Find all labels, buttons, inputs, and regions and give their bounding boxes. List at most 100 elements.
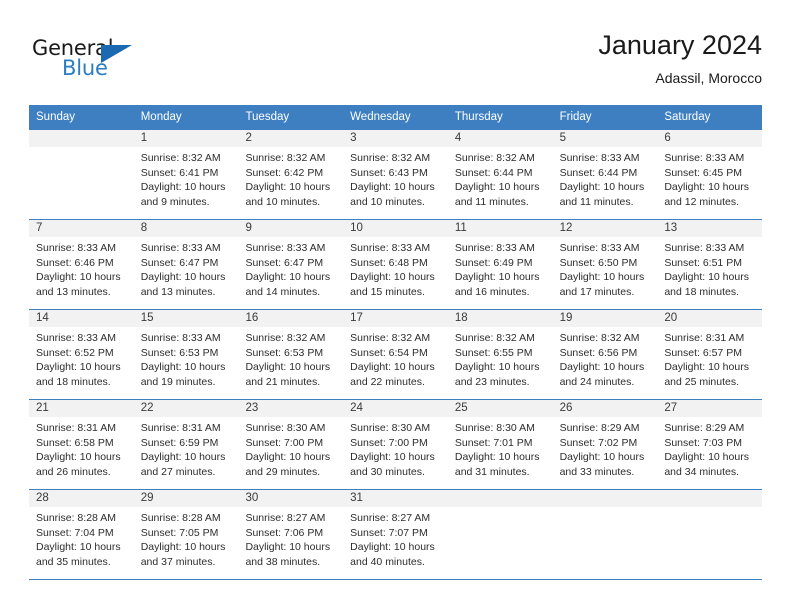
sunrise-text: Sunrise: 8:32 AM [245, 332, 326, 344]
sunset-text: Sunset: 6:53 PM [245, 346, 324, 359]
sunrise-text: Sunrise: 8:27 AM [245, 512, 326, 524]
sunset-text: Sunset: 6:50 PM [559, 256, 638, 269]
daylight-text-line2: and 21 minutes. [245, 375, 321, 388]
daylight-text-line1: Daylight: 10 hours [559, 271, 645, 284]
calendar-grid: Sunday Monday Tuesday Wednesday Thursday Frid… [29, 105, 763, 580]
calendar-day-cell[interactable]: 17 Sunrise: 8:32 AM Sunset: 6:54 PM Dayligh… [343, 310, 448, 399]
calendar-day-cell[interactable]: 3 Sunrise: 8:32 AM Sunset: 6:43 PM Daylight… [343, 130, 448, 219]
sunrise-text: Sunrise: 8:29 AM [559, 422, 640, 434]
sunrise-text: Sunrise: 8:32 AM [454, 152, 535, 164]
calendar-day-cell[interactable]: 10 Sunrise: 8:33 AM Sunset: 6:48 PM Dayligh… [343, 220, 448, 309]
calendar-day-cell[interactable]: 5 Sunrise: 8:33 AM Sunset: 6:44 PM Daylight… [552, 130, 658, 219]
calendar-day-cell[interactable]: 26 Sunrise: 8:29 AM Sunset: 7:02 PM Dayligh… [552, 400, 658, 489]
daylight-text-line2: and 17 minutes. [559, 285, 635, 298]
day-number: 22 [133, 400, 239, 417]
calendar-day-cell[interactable]: 15 Sunrise: 8:33 AM Sunset: 6:53 PM Dayligh… [133, 310, 239, 399]
day-details: Sunrise: 8:33 AM Sunset: 6:44 PM Daylight:… [553, 147, 658, 209]
calendar-day-cell[interactable]: 14 Sunrise: 8:33 AM Sunset: 6:52 PM Dayligh… [29, 310, 134, 399]
sunrise-text: Sunrise: 8:30 AM [245, 422, 326, 434]
day-details [553, 507, 658, 511]
day-number: 9 [238, 220, 344, 237]
daylight-text-line2: and 10 minutes. [245, 195, 321, 208]
sunrise-text: Sunrise: 8:27 AM [350, 512, 431, 524]
calendar-day-cell[interactable]: 28 Sunrise: 8:28 AM Sunset: 7:04 PM Dayligh… [29, 490, 134, 579]
day-details: Sunrise: 8:33 AM Sunset: 6:47 PM Daylight:… [238, 237, 343, 299]
day-details: Sunrise: 8:33 AM Sunset: 6:46 PM Daylight:… [29, 237, 134, 299]
daylight-text-line1: Daylight: 10 hours [350, 271, 435, 284]
calendar-day-cell[interactable]: 13 Sunrise: 8:33 AM Sunset: 6:51 PM Dayligh… [657, 220, 763, 309]
grid-bottom-border [29, 579, 762, 580]
sunset-text: Sunset: 6:52 PM [36, 346, 114, 359]
calendar-day-cell[interactable]: 30 Sunrise: 8:27 AM Sunset: 7:06 PM Dayligh… [238, 490, 344, 579]
sunset-text: Sunset: 6:44 PM [559, 166, 638, 179]
calendar-day-cell[interactable]: 23 Sunrise: 8:30 AM Sunset: 7:00 PM Dayligh… [238, 400, 344, 489]
calendar-day-cell[interactable]: 25 Sunrise: 8:30 AM Sunset: 7:01 PM Dayligh… [447, 400, 553, 489]
calendar-day-cell[interactable]: 31 Sunrise: 8:27 AM Sunset: 7:07 PM Dayligh… [343, 490, 448, 579]
daylight-text-line1: Daylight: 10 hours [664, 361, 749, 374]
calendar-day-cell[interactable]: 1 Sunrise: 8:32 AM Sunset: 6:41 PM Daylight… [133, 130, 239, 219]
calendar-day-cell[interactable]: 29 Sunrise: 8:28 AM Sunset: 7:05 PM Dayligh… [133, 490, 239, 579]
day-details: Sunrise: 8:29 AM Sunset: 7:03 PM Daylight:… [657, 417, 762, 479]
calendar-day-cell[interactable]: 20 Sunrise: 8:31 AM Sunset: 6:57 PM Dayligh… [657, 310, 763, 399]
sunrise-text: Sunrise: 8:31 AM [36, 422, 116, 434]
daylight-text-line2: and 11 minutes. [559, 195, 634, 208]
daylight-text-line1: Daylight: 10 hours [559, 361, 645, 374]
sunset-text: Sunset: 6:54 PM [350, 346, 428, 359]
calendar-day-cell[interactable]: 18 Sunrise: 8:32 AM Sunset: 6:55 PM Dayligh… [447, 310, 553, 399]
daylight-text-line2: and 16 minutes. [454, 285, 530, 298]
daylight-text-line1: Daylight: 10 hours [664, 451, 749, 464]
day-details: Sunrise: 8:33 AM Sunset: 6:45 PM Daylight:… [657, 147, 762, 209]
calendar-day-cell[interactable]: 12 Sunrise: 8:33 AM Sunset: 6:50 PM Dayligh… [552, 220, 658, 309]
day-details: Sunrise: 8:32 AM Sunset: 6:42 PM Daylight:… [238, 147, 343, 209]
daylight-text-line2: and 10 minutes. [350, 195, 425, 208]
calendar-day-cell[interactable]: 8 Sunrise: 8:33 AM Sunset: 6:47 PM Daylight… [133, 220, 239, 309]
daylight-text-line2: and 33 minutes. [559, 465, 635, 478]
day-details: Sunrise: 8:32 AM Sunset: 6:55 PM Daylight:… [448, 327, 553, 389]
calendar-day-cell-empty [29, 130, 134, 219]
calendar-day-cell[interactable]: 16 Sunrise: 8:32 AM Sunset: 6:53 PM Dayligh… [238, 310, 344, 399]
day-number: 10 [343, 220, 448, 237]
day-details: Sunrise: 8:32 AM Sunset: 6:41 PM Daylight:… [134, 147, 239, 209]
calendar-day-cell[interactable]: 2 Sunrise: 8:32 AM Sunset: 6:42 PM Daylight… [238, 130, 344, 219]
sunrise-text: Sunrise: 8:30 AM [350, 422, 431, 434]
day-details: Sunrise: 8:32 AM Sunset: 6:53 PM Daylight:… [238, 327, 343, 389]
daylight-text-line1: Daylight: 10 hours [140, 361, 226, 374]
sunset-text: Sunset: 6:58 PM [36, 436, 114, 449]
calendar-day-cell[interactable]: 22 Sunrise: 8:31 AM Sunset: 6:59 PM Dayligh… [133, 400, 239, 489]
daylight-text-line1: Daylight: 10 hours [245, 541, 331, 554]
sunrise-text: Sunrise: 8:32 AM [350, 152, 431, 164]
day-number [657, 490, 763, 507]
calendar-day-cell[interactable]: 19 Sunrise: 8:32 AM Sunset: 6:56 PM Dayligh… [552, 310, 658, 399]
calendar-day-cell[interactable]: 27 Sunrise: 8:29 AM Sunset: 7:03 PM Dayligh… [657, 400, 763, 489]
day-number: 30 [238, 490, 344, 507]
daylight-text-line1: Daylight: 10 hours [36, 361, 121, 374]
daylight-text-line1: Daylight: 10 hours [36, 271, 121, 284]
daylight-text-line2: and 22 minutes. [350, 375, 425, 388]
day-number [552, 490, 658, 507]
day-details: Sunrise: 8:31 AM Sunset: 6:57 PM Daylight:… [657, 327, 762, 389]
title-block: January 2024 Adassil, Morocco [598, 28, 762, 88]
calendar-day-cell[interactable]: 21 Sunrise: 8:31 AM Sunset: 6:58 PM Dayligh… [29, 400, 134, 489]
day-details: Sunrise: 8:33 AM Sunset: 6:49 PM Daylight:… [448, 237, 553, 299]
daylight-text-line1: Daylight: 10 hours [454, 451, 540, 464]
calendar-day-cell[interactable]: 11 Sunrise: 8:33 AM Sunset: 6:49 PM Dayligh… [447, 220, 553, 309]
calendar-day-cell[interactable]: 9 Sunrise: 8:33 AM Sunset: 6:47 PM Daylight… [238, 220, 344, 309]
sunset-text: Sunset: 6:47 PM [245, 256, 324, 269]
sunrise-text: Sunrise: 8:33 AM [36, 332, 116, 344]
calendar-day-cell[interactable]: 6 Sunrise: 8:33 AM Sunset: 6:45 PM Daylight… [657, 130, 763, 219]
calendar-week-row: 14 Sunrise: 8:33 AM Sunset: 6:52 PM Dayligh… [29, 309, 763, 399]
calendar-day-cell[interactable]: 7 Sunrise: 8:33 AM Sunset: 6:46 PM Daylight… [29, 220, 134, 309]
page-title: January 2024 [598, 30, 762, 60]
sunrise-text: Sunrise: 8:33 AM [140, 242, 221, 254]
daylight-text-line1: Daylight: 10 hours [140, 271, 226, 284]
calendar-day-cell-empty [447, 490, 553, 579]
general-blue-logo[interactable]: General Blue [32, 36, 152, 84]
daylight-text-line2: and 14 minutes. [245, 285, 321, 298]
calendar-day-cell[interactable]: 24 Sunrise: 8:30 AM Sunset: 7:00 PM Dayligh… [343, 400, 448, 489]
day-number: 19 [552, 310, 658, 327]
daylight-text-line2: and 37 minutes. [140, 555, 216, 568]
daylight-text-line1: Daylight: 10 hours [350, 181, 435, 194]
sunrise-text: Sunrise: 8:31 AM [664, 332, 745, 344]
day-number: 1 [133, 130, 239, 147]
calendar-day-cell[interactable]: 4 Sunrise: 8:32 AM Sunset: 6:44 PM Daylight… [447, 130, 553, 219]
